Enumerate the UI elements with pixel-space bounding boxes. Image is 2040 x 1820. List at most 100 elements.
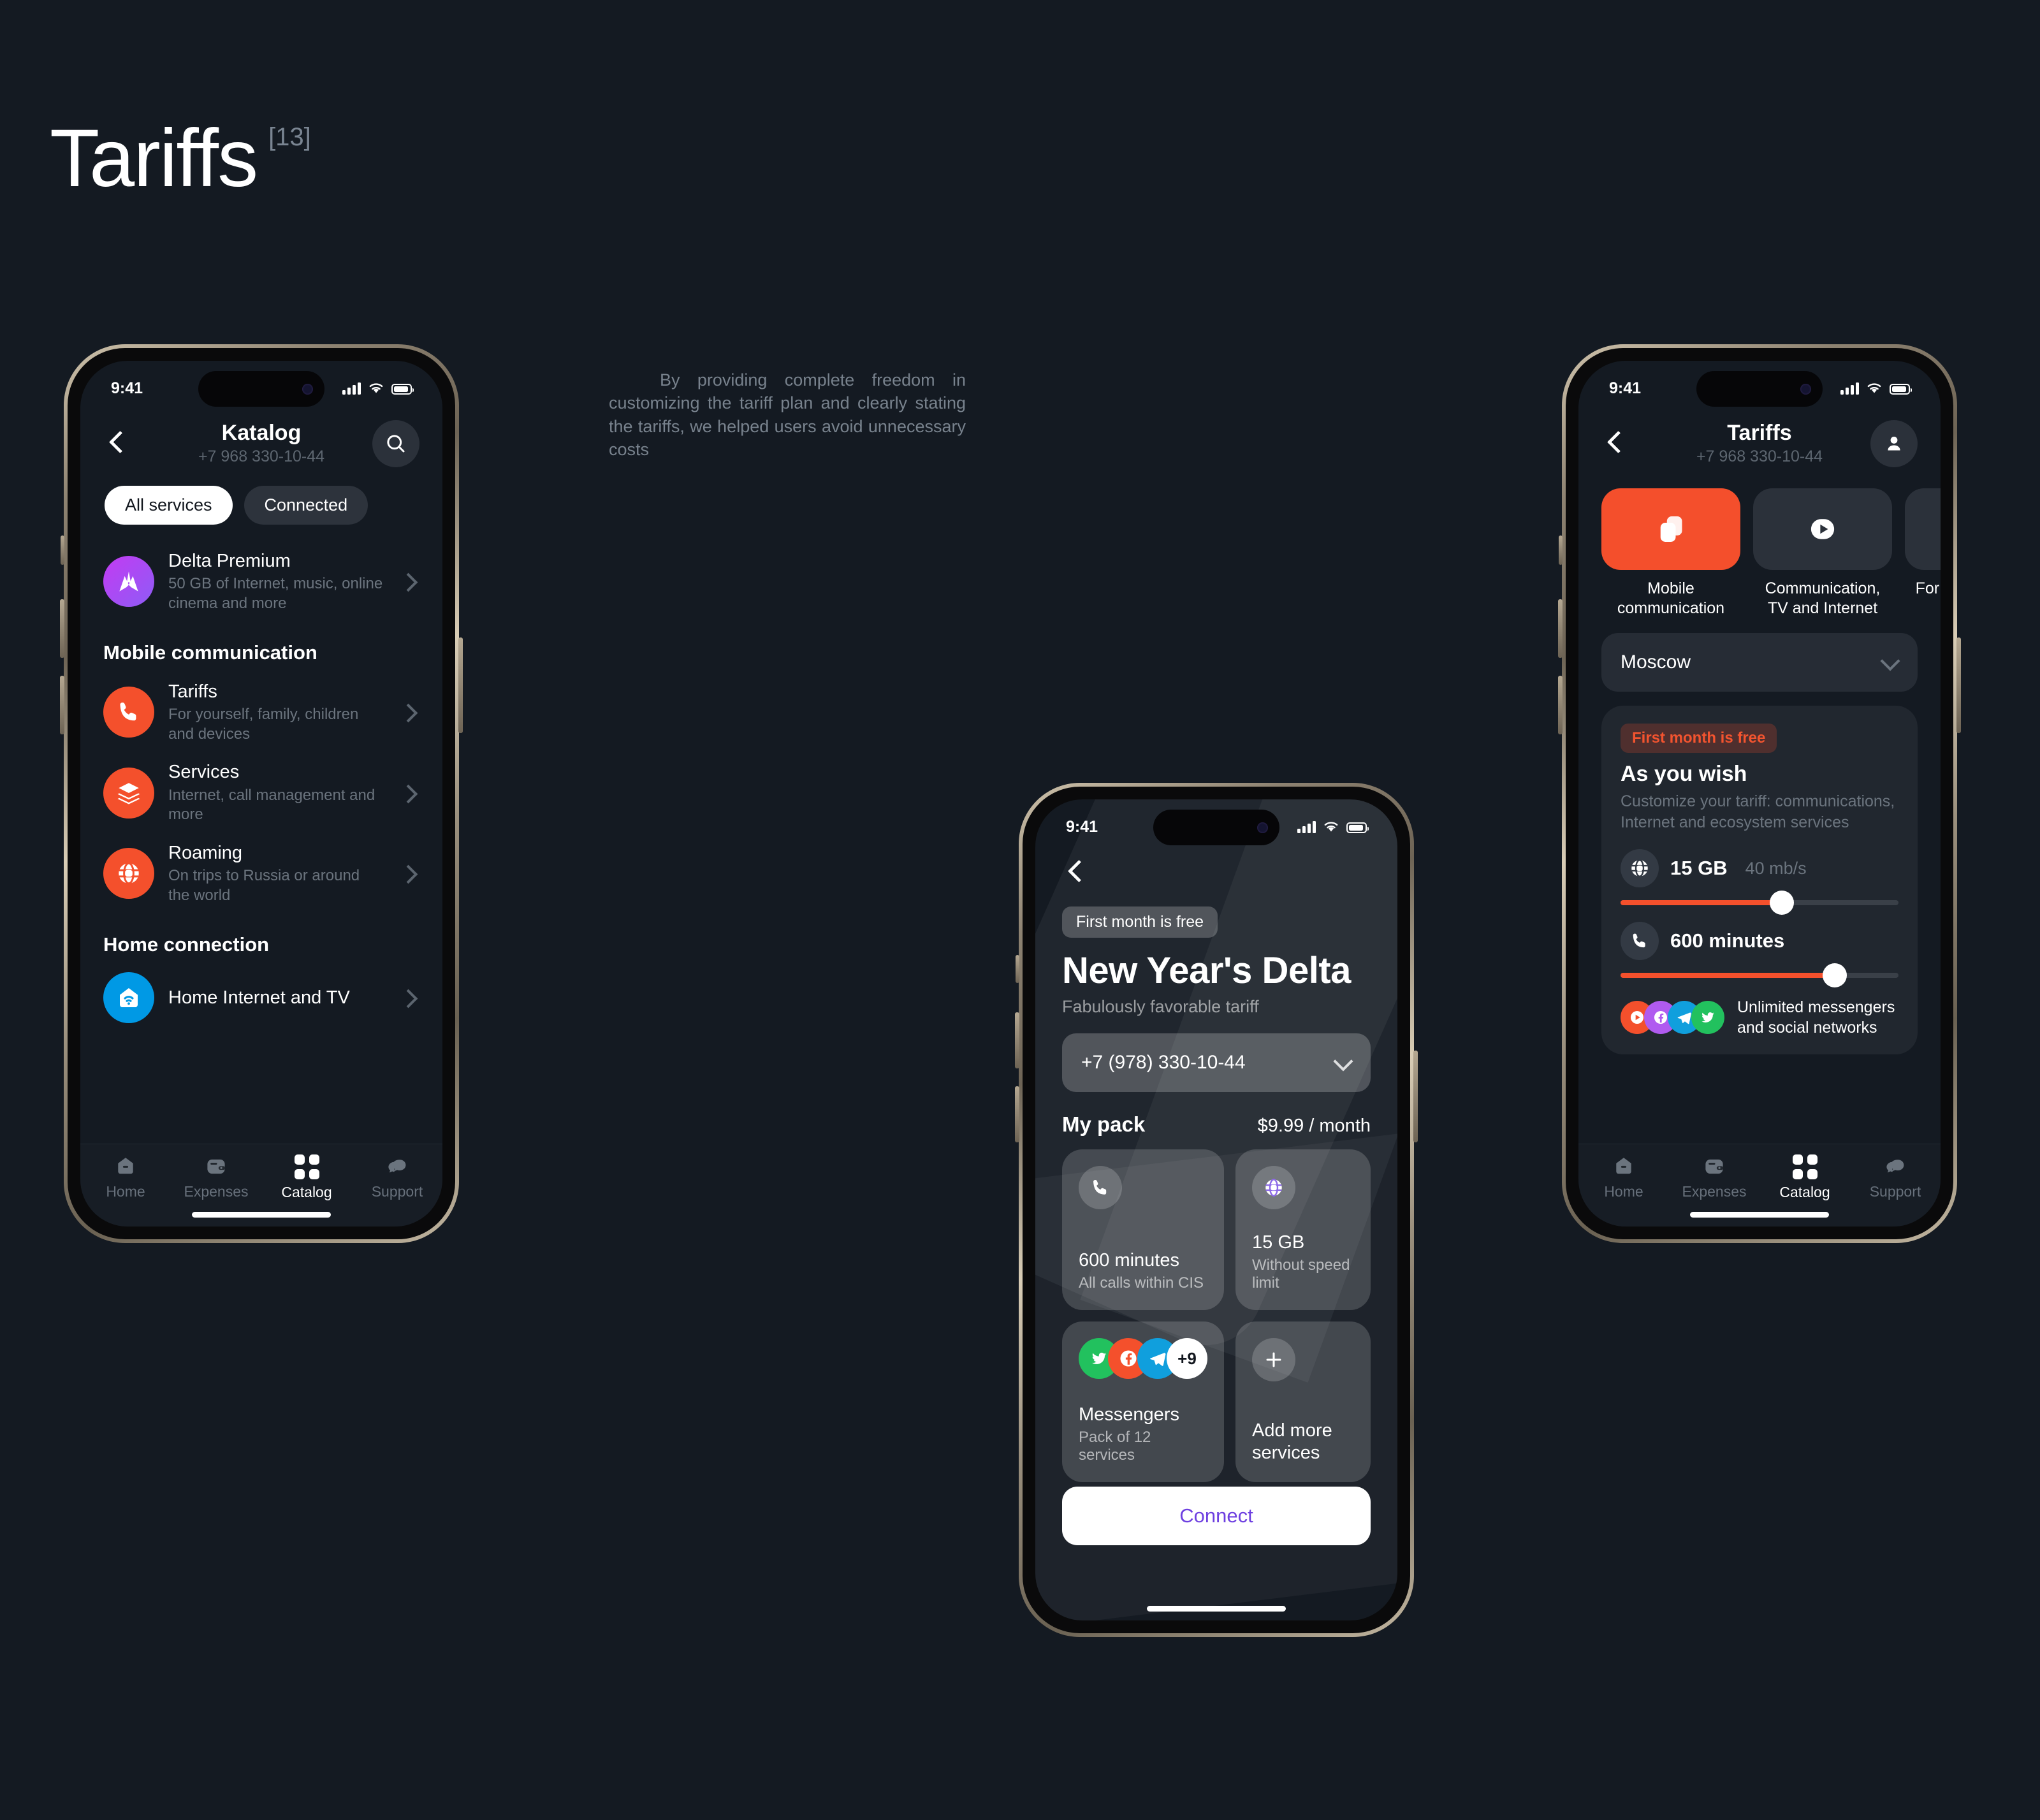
page-title-text: Tariffs bbox=[50, 113, 258, 204]
my-pack-title: My pack bbox=[1062, 1112, 1146, 1136]
volume-down-button[interactable] bbox=[1558, 676, 1563, 734]
tab-label: Support bbox=[371, 1183, 423, 1200]
tab-label: Catalog bbox=[281, 1184, 332, 1200]
chevron-right-icon bbox=[398, 987, 419, 1008]
intro-paragraph: By providing complete freedom in customi… bbox=[609, 370, 966, 460]
category-for-watch-model[interactable]: For watch model bbox=[1905, 488, 1941, 618]
phone-catalog: 9:41 Katalog +7 968 330-10-44 All servic… bbox=[60, 344, 463, 1243]
page-index-badge: [13] bbox=[268, 123, 311, 151]
power-button[interactable] bbox=[458, 637, 463, 733]
phone-icon bbox=[1079, 1166, 1122, 1209]
power-button[interactable] bbox=[1413, 1051, 1418, 1142]
list-item-title: Roaming bbox=[168, 843, 243, 864]
chevron-right-icon bbox=[398, 782, 419, 804]
list-item-tariffs[interactable]: Tariffs For yourself, family, children a… bbox=[103, 672, 419, 753]
chip-connected[interactable]: Connected bbox=[244, 486, 368, 525]
grid-icon bbox=[1792, 1154, 1818, 1179]
chevron-down-icon bbox=[1335, 1054, 1352, 1071]
tab-home[interactable]: Home bbox=[1578, 1154, 1669, 1200]
home-icon bbox=[1616, 1158, 1631, 1174]
tariff-subtitle: Fabulously favorable tariff bbox=[1062, 997, 1259, 1016]
pack-cards-grid: 600 minutes All calls within CIS 15 GB W… bbox=[1062, 1149, 1371, 1482]
meter-unit: 40 mb/s bbox=[1745, 858, 1807, 878]
delta-logo-icon bbox=[103, 556, 154, 608]
list-item-delta-premium[interactable]: Delta Premium 50 GB of Internet, music, … bbox=[103, 541, 419, 622]
search-button[interactable] bbox=[372, 420, 419, 467]
slider-handle[interactable] bbox=[1769, 891, 1794, 915]
list-item-subtitle: 50 GB of Internet, music, online cinema … bbox=[168, 575, 383, 612]
city-value: Moscow bbox=[1621, 652, 1691, 673]
list-item-title: Home Internet and TV bbox=[168, 987, 350, 1008]
power-button[interactable] bbox=[1956, 637, 1961, 733]
volume-down-button[interactable] bbox=[60, 676, 64, 734]
category-mobile-communication[interactable]: Mobile communication bbox=[1601, 488, 1740, 618]
phone-icon bbox=[1621, 922, 1659, 960]
volume-up-button[interactable] bbox=[1558, 599, 1563, 658]
slider-handle[interactable] bbox=[1822, 963, 1847, 987]
twitter-icon bbox=[1691, 1001, 1724, 1034]
service-list: Delta Premium 50 GB of Internet, music, … bbox=[80, 525, 442, 1031]
phone-number-select[interactable]: +7 (978) 330-10-44 bbox=[1062, 1033, 1371, 1092]
status-time: 9:41 bbox=[1609, 379, 1642, 397]
status-time: 9:41 bbox=[111, 379, 143, 397]
phone-body: 9:41 First month is free New Year's Delt… bbox=[1023, 787, 1410, 1633]
slider-minutes[interactable] bbox=[1621, 963, 1898, 987]
volume-up-button[interactable] bbox=[1015, 1012, 1019, 1068]
sim-cards-icon bbox=[1601, 488, 1740, 570]
tab-catalog[interactable]: Catalog bbox=[261, 1154, 352, 1201]
list-item-home-internet[interactable]: Home Internet and TV bbox=[103, 964, 419, 1031]
volume-down-button[interactable] bbox=[1015, 1086, 1019, 1142]
pack-card-title: 15 GB bbox=[1252, 1232, 1305, 1253]
chat-icon bbox=[1886, 1160, 1904, 1173]
connect-button[interactable]: Connect bbox=[1062, 1487, 1371, 1545]
pack-card-subtitle: Without speed limit bbox=[1252, 1256, 1350, 1292]
list-item-roaming[interactable]: Roaming On trips to Russia or around the… bbox=[103, 833, 419, 914]
tariff-title: New Year's Delta bbox=[1062, 950, 1351, 991]
page-title: Tariffs [13] bbox=[50, 118, 311, 200]
person-icon bbox=[1888, 437, 1900, 451]
play-icon bbox=[1753, 488, 1892, 570]
meter-value: 600 minutes bbox=[1670, 929, 1785, 952]
pack-card-minutes[interactable]: 600 minutes All calls within CIS bbox=[1062, 1149, 1224, 1310]
back-button[interactable] bbox=[1601, 429, 1631, 458]
back-button[interactable] bbox=[1062, 858, 1091, 887]
phone-tariffs-list: 9:41 Tariffs +7 968 330-10-44 Mobile com… bbox=[1558, 344, 1961, 1243]
battery-icon bbox=[1346, 822, 1369, 833]
back-button[interactable] bbox=[103, 429, 133, 458]
pack-card-data[interactable]: 15 GB Without speed limit bbox=[1235, 1149, 1371, 1310]
silent-switch[interactable] bbox=[1559, 535, 1563, 565]
chevron-right-icon bbox=[398, 701, 419, 723]
filter-chips: All services Connected bbox=[80, 477, 442, 525]
category-label: For watch model bbox=[1915, 579, 1941, 597]
tab-catalog[interactable]: Catalog bbox=[1759, 1154, 1850, 1201]
tab-label: Home bbox=[106, 1183, 145, 1200]
silent-switch[interactable] bbox=[1016, 955, 1019, 983]
pack-card-messengers[interactable]: +9 Messengers Pack of 12 services bbox=[1062, 1321, 1224, 1482]
city-select[interactable]: Moscow bbox=[1601, 633, 1918, 692]
list-item-services[interactable]: Services Internet, call management and m… bbox=[103, 752, 419, 833]
tab-label: Catalog bbox=[1779, 1184, 1830, 1200]
tab-support[interactable]: Support bbox=[352, 1154, 442, 1200]
nav-header-tariffs: Tariffs +7 968 330-10-44 bbox=[1578, 411, 1941, 477]
category-communication-tv-internet[interactable]: Communication, TV and Internet bbox=[1753, 488, 1892, 618]
phone-number-value: +7 (978) 330-10-44 bbox=[1081, 1052, 1246, 1073]
offer-card-as-you-wish[interactable]: First month is free As you wish Customiz… bbox=[1601, 706, 1918, 1054]
list-item-title: Services bbox=[168, 762, 240, 783]
tab-expenses[interactable]: Expenses bbox=[171, 1154, 261, 1200]
tab-label: Home bbox=[1604, 1183, 1643, 1200]
tab-expenses[interactable]: Expenses bbox=[1669, 1154, 1759, 1200]
slider-data[interactable] bbox=[1621, 891, 1898, 915]
list-item-title: Tariffs bbox=[168, 681, 217, 702]
phone-body: 9:41 Tariffs +7 968 330-10-44 Mobile com… bbox=[1566, 348, 1953, 1239]
volume-up-button[interactable] bbox=[60, 599, 64, 658]
silent-switch[interactable] bbox=[61, 535, 64, 565]
tab-support[interactable]: Support bbox=[1850, 1154, 1941, 1200]
profile-button[interactable] bbox=[1870, 420, 1918, 467]
overflow-count-badge: +9 bbox=[1167, 1338, 1207, 1379]
tab-home[interactable]: Home bbox=[80, 1154, 171, 1200]
home-icon bbox=[118, 1158, 133, 1174]
chip-all-services[interactable]: All services bbox=[105, 486, 233, 525]
home-indicator bbox=[1690, 1212, 1829, 1218]
pack-card-add-more[interactable]: Add more services bbox=[1235, 1321, 1371, 1482]
category-label: Communication, TV and Internet bbox=[1765, 579, 1881, 617]
